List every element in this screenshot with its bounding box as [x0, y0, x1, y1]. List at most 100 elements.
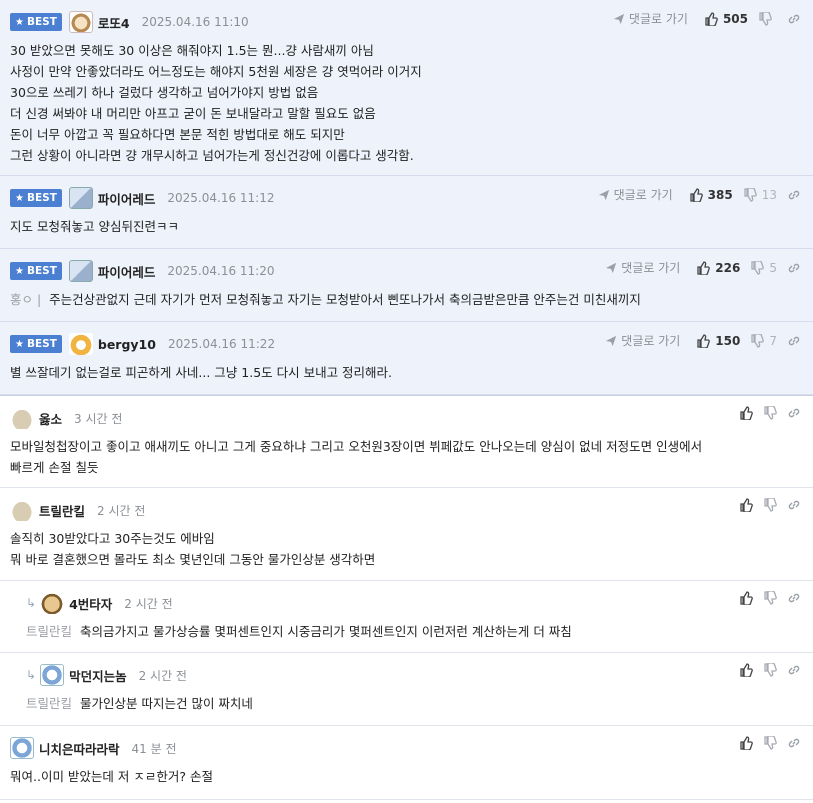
comment-best-2: ★ BEST 파이어레드 2025.04.16 11:12 댓글로 가기 385 …	[0, 176, 813, 249]
upvote-count: 385	[707, 187, 733, 202]
downvote-count: 7	[769, 333, 777, 348]
best-badge: ★ BEST	[10, 13, 62, 31]
star-icon: ★	[15, 192, 24, 204]
avatar[interactable]	[40, 592, 65, 614]
upvote-button[interactable]: 150	[696, 334, 740, 348]
mention-label[interactable]: 트릴란킬	[26, 696, 72, 711]
thumbs-up-icon	[740, 591, 753, 605]
comment-body: 트릴란킬 물가인상분 따지는건 많이 짜치네	[26, 696, 253, 711]
avatar[interactable]	[68, 333, 93, 355]
nickname[interactable]: 로또4	[98, 13, 130, 32]
avatar[interactable]	[10, 499, 34, 521]
best-badge: ★ BEST	[10, 189, 62, 207]
thumbs-up-icon	[705, 11, 718, 26]
thumbs-up-icon	[740, 498, 753, 512]
thumbs-up-icon	[690, 187, 703, 202]
mention-label[interactable]: 트릴란킬	[26, 624, 72, 639]
downvote-button[interactable]: 5	[750, 260, 777, 275]
comment-body: 30 받았으면 못해도 30 이상은 해줘야지 1.5는 뭔...걍 사람새끼 …	[10, 43, 422, 163]
link-icon	[788, 336, 800, 345]
reply-arrow-icon: ↳	[26, 596, 37, 610]
comment-best-3: ★ BEST 파이어레드 2025.04.16 11:20 댓글로 가기 226 …	[0, 249, 813, 322]
star-icon: ★	[15, 16, 24, 28]
share-link-button[interactable]	[787, 736, 801, 750]
downvote-button[interactable]: 7	[750, 333, 777, 348]
downvote-button[interactable]: 13	[743, 187, 777, 202]
downvote-button[interactable]	[763, 663, 777, 677]
avatar[interactable]	[68, 11, 93, 33]
mention-label[interactable]: 홍ㅇ |	[10, 292, 41, 307]
goto-comment-link[interactable]: 댓글로 가기	[605, 259, 680, 276]
comment-body: 모바일청첩장이고 좋이고 애새끼도 아니고 그게 중요하냐 그리고 오천원3장이…	[10, 439, 703, 475]
best-badge: ★ BEST	[10, 335, 62, 353]
link-icon	[788, 14, 800, 23]
link-icon	[788, 738, 800, 748]
comment-best-1: ★ BEST 로또4 2025.04.16 11:10 댓글로 가기 505 30…	[0, 0, 813, 176]
goto-comment-link[interactable]: 댓글로 가기	[605, 332, 680, 349]
avatar[interactable]	[68, 260, 93, 282]
goto-comment-link[interactable]: 댓글로 가기	[598, 186, 673, 203]
nickname[interactable]: 니치은따라라락	[39, 739, 120, 758]
link-icon	[788, 593, 800, 603]
comment-item: 옳소 3 시간 전 모바일청첩장이고 좋이고 애새끼도 아니고 그게 중요하냐 …	[0, 395, 813, 488]
comment-body: 뭐여..이미 받았는데 저 ㅈㄹ한거? 손절	[10, 769, 213, 784]
share-link-button[interactable]	[787, 406, 801, 420]
upvote-count: 505	[722, 11, 748, 26]
nickname[interactable]: 막던지는놈	[69, 666, 127, 685]
send-icon	[606, 335, 617, 346]
comment-date: 3 시간 전	[74, 411, 123, 426]
upvote-button[interactable]	[739, 498, 753, 512]
downvote-button[interactable]	[763, 498, 777, 512]
share-link-button[interactable]	[787, 498, 801, 512]
best-badge: ★ BEST	[10, 262, 62, 280]
upvote-button[interactable]: 226	[696, 261, 740, 275]
nickname[interactable]: 파이어레드	[98, 189, 156, 208]
comment-item: 트릴란킬 2 시간 전 솔직히 30받았다고 30주는것도 에바임 뭐 바로 결…	[0, 488, 813, 581]
goto-comment-link[interactable]: 댓글로 가기	[613, 10, 688, 27]
thumbs-down-icon	[764, 663, 777, 677]
upvote-button[interactable]: 385	[689, 188, 733, 202]
reply-item: ↳ 4번타자 2 시간 전 트릴란킬 축의금가지고 물가상승률 몇퍼센트인지 시…	[0, 581, 813, 653]
share-link-button[interactable]	[787, 188, 801, 202]
avatar[interactable]	[10, 737, 34, 759]
share-link-button[interactable]	[787, 261, 801, 275]
comment-item: 니치은따라라락 41 분 전 뭐여..이미 받았는데 저 ㅈㄹ한거? 손절	[0, 726, 813, 800]
comment-body: 지도 모청줘놓고 양심뒤진련ㅋㅋ	[10, 219, 179, 234]
comment-body: 솔직히 30받았다고 30주는것도 에바임 뭐 바로 결혼했으면 몰라도 최소 …	[10, 531, 376, 567]
upvote-count: 150	[715, 333, 741, 348]
share-link-button[interactable]	[787, 663, 801, 677]
nickname[interactable]: 트릴란킬	[39, 501, 85, 520]
downvote-button[interactable]	[763, 591, 777, 605]
upvote-button[interactable]	[739, 736, 753, 750]
thumbs-down-icon	[751, 260, 765, 275]
reply-item: ↳ 막던지는놈 2 시간 전 트릴란킬 물가인상분 따지는건 많이 짜치네	[0, 653, 813, 726]
comment-date: 2 시간 전	[97, 503, 146, 518]
nickname[interactable]: 4번타자	[69, 594, 112, 613]
link-icon	[788, 263, 800, 272]
upvote-count: 226	[715, 260, 741, 275]
avatar[interactable]	[10, 407, 34, 429]
downvote-button[interactable]	[758, 11, 777, 26]
comment-date: 2025.04.16 11:22	[167, 337, 276, 351]
nickname[interactable]: 파이어레드	[98, 262, 156, 281]
upvote-button[interactable]	[739, 591, 753, 605]
thumbs-down-icon	[764, 498, 777, 512]
downvote-button[interactable]	[763, 406, 777, 420]
nickname[interactable]: bergy10	[98, 337, 156, 352]
upvote-button[interactable]	[739, 663, 753, 677]
comment-body: 트릴란킬 축의금가지고 물가상승률 몇퍼센트인지 시중금리가 몇퍼센트인지 이런…	[26, 624, 572, 639]
thumbs-down-icon	[751, 333, 765, 348]
share-link-button[interactable]	[787, 12, 801, 26]
comment-best-4: ★ BEST bergy10 2025.04.16 11:22 댓글로 가기 15…	[0, 322, 813, 395]
avatar[interactable]	[68, 187, 93, 209]
upvote-button[interactable]	[739, 406, 753, 420]
share-link-button[interactable]	[787, 334, 801, 348]
downvote-button[interactable]	[763, 736, 777, 750]
downvote-count: 5	[769, 260, 777, 275]
thumbs-down-icon	[744, 187, 757, 202]
nickname[interactable]: 옳소	[39, 409, 62, 428]
upvote-button[interactable]: 505	[704, 12, 748, 26]
share-link-button[interactable]	[787, 591, 801, 605]
avatar[interactable]	[40, 664, 65, 686]
downvote-count: 13	[761, 187, 777, 202]
